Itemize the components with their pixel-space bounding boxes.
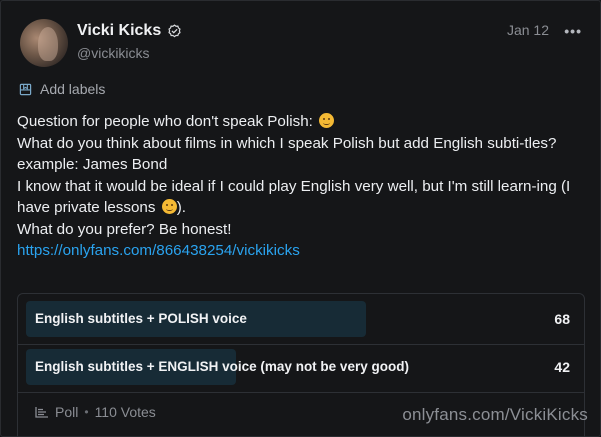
verified-badge-icon (168, 23, 181, 37)
post-text: Question for people who don't speak Poli… (17, 111, 577, 262)
poll-total-votes: 110 Votes (94, 404, 156, 420)
more-horizontal-icon[interactable]: ••• (564, 23, 582, 39)
winking-emoji-icon (319, 113, 335, 128)
poll-option[interactable]: English subtitles + ENGLISH voice (may n… (26, 349, 576, 385)
poll-icon (35, 407, 48, 418)
poll-type-label: Poll (55, 404, 79, 420)
post-text-line: I know that it would be ideal if I could… (17, 177, 571, 217)
author-name-row: Vicki Kicks (77, 22, 182, 40)
poll-divider (18, 344, 584, 345)
add-labels-button[interactable]: Add labels (19, 81, 105, 97)
author-handle[interactable]: @vickikicks (77, 45, 150, 61)
post-card: Vicki Kicks @vickikicks Jan 12 ••• Add l… (0, 0, 601, 437)
author-name[interactable]: Vicki Kicks (77, 22, 161, 40)
poll-divider (18, 392, 584, 393)
post-text-line: What do you think about films in which I… (17, 134, 557, 174)
poll-separator: • (84, 405, 89, 419)
poll-footer: Poll • 110 Votes (35, 404, 156, 420)
post-text-line: Question for people who don't speak Poli… (17, 111, 577, 133)
poll-option-label: English subtitles + POLISH voice (35, 311, 247, 326)
post-text-line: What do you prefer? Be honest! (17, 220, 232, 238)
winking-emoji-icon (161, 199, 177, 214)
post-date: Jan 12 (506, 22, 549, 38)
avatar[interactable] (20, 19, 68, 67)
poll-option-votes: 42 (554, 359, 570, 375)
post-link[interactable]: https://onlyfans.com/866438254/vickikick… (17, 242, 300, 259)
add-labels-label: Add labels (40, 81, 106, 97)
watermark: onlyfans.com/VickiKicks (402, 405, 588, 424)
poll-option[interactable]: English subtitles + POLISH voice 68 (26, 301, 576, 337)
label-icon (19, 83, 32, 95)
poll-option-votes: 68 (554, 311, 570, 327)
post-header: Vicki Kicks @vickikicks Jan 12 ••• (17, 17, 584, 71)
poll-option-label: English subtitles + ENGLISH voice (may n… (35, 359, 409, 374)
